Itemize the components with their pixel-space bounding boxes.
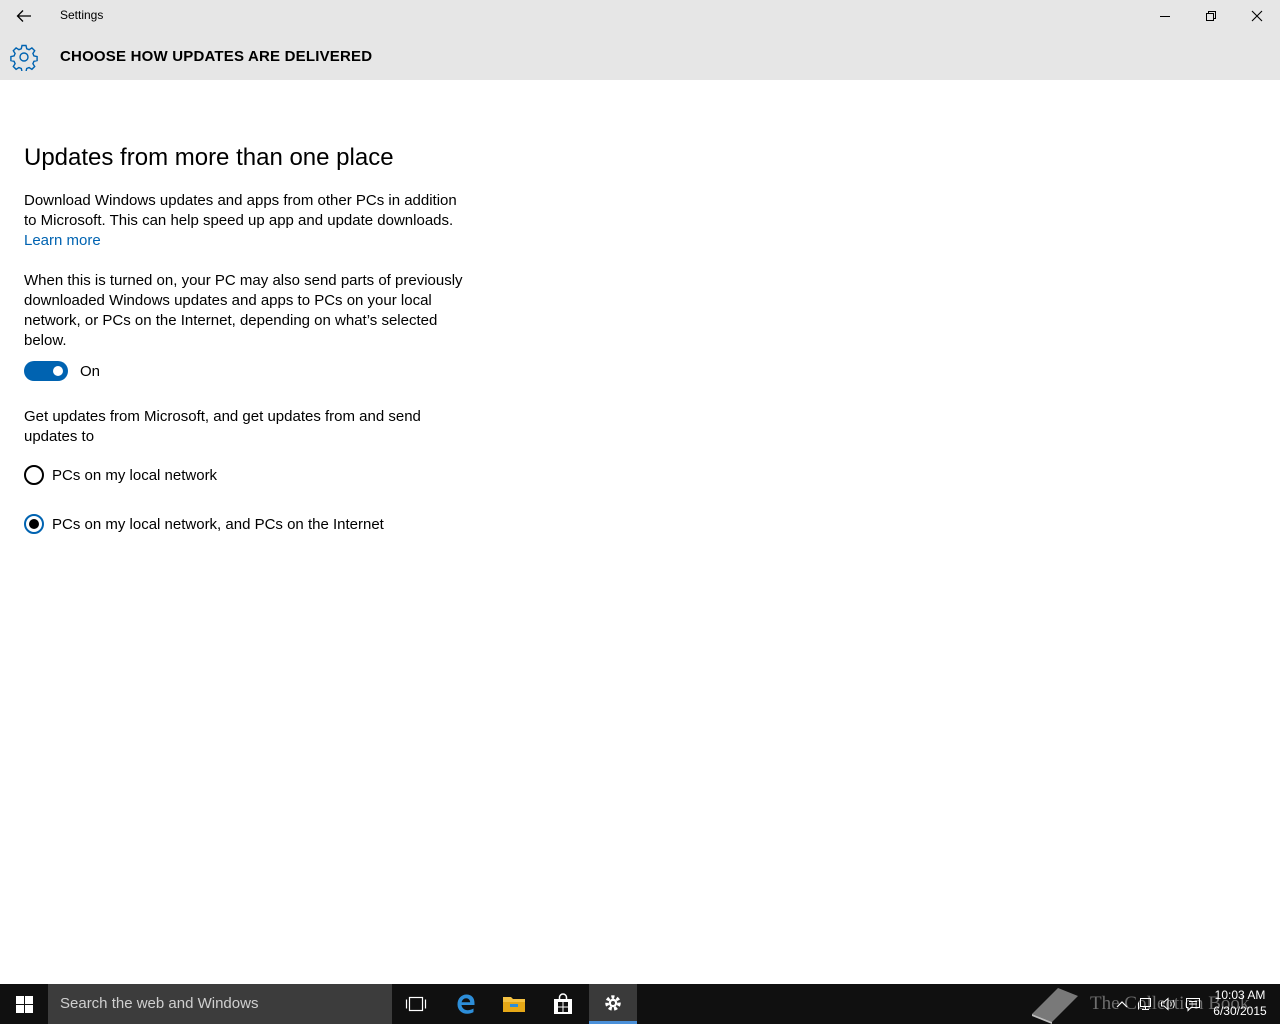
section-title: Updates from more than one place [24,144,394,171]
network-tray-button[interactable] [1133,984,1157,1024]
store-bag-icon [554,993,572,1014]
title-bar: Settings [0,0,1280,32]
learn-more-link[interactable]: Learn more [24,231,101,251]
gear-icon [605,994,621,1011]
chevron-up-icon [1116,1001,1128,1008]
start-button[interactable] [0,984,48,1024]
description-text: Download Windows updates and apps from o… [24,192,457,229]
action-center-button[interactable] [1181,984,1205,1024]
task-view-icon [405,996,427,1012]
toggle-knob [53,366,63,376]
toggle-description: When this is turned on, your PC may also… [24,272,463,349]
radio-button-selected[interactable] [24,514,44,534]
radio-label: PCs on my local network [52,466,218,484]
radio-group-label: Get updates from Microsoft, and get upda… [24,408,421,445]
restore-button[interactable] [1188,0,1234,32]
task-view-button[interactable] [392,984,440,1024]
taskbar-clock[interactable]: 10:03 AM 6/30/2015 [1208,987,1272,1019]
edge-icon [457,994,475,1014]
page-title: CHOOSE HOW UPDATES ARE DELIVERED [60,48,373,65]
app-title: Settings [60,8,104,22]
back-button[interactable] [0,0,48,32]
store-button[interactable] [539,984,587,1024]
windows-logo-icon [15,995,33,1013]
toggle-row: On [24,361,100,381]
action-center-icon [1186,998,1200,1012]
volume-icon [1161,997,1175,1011]
radio-option-local-and-internet[interactable]: PCs on my local network, and PCs on the … [24,514,384,534]
back-arrow-icon [16,10,31,22]
close-button[interactable] [1234,0,1280,32]
search-placeholder: Search the web and Windows [60,995,259,1012]
radio-button-unselected[interactable] [24,465,44,485]
folder-icon [503,997,525,1012]
network-icon [1138,998,1151,1010]
book-logo-icon [1032,988,1078,1024]
edge-button[interactable] [442,984,490,1024]
minimize-button[interactable] [1142,0,1188,32]
page-header: CHOOSE HOW UPDATES ARE DELIVERED [0,32,1280,80]
settings-taskbar-button[interactable] [589,984,637,1024]
show-hidden-icons-button[interactable] [1110,984,1134,1024]
radio-option-local-network[interactable]: PCs on my local network [24,465,217,485]
taskbar: Search the web and Windows The Collectio… [0,984,1280,1024]
toggle-state-label: On [80,362,101,380]
taskbar-search-box[interactable]: Search the web and Windows [48,984,392,1024]
radio-selected-dot [29,519,39,529]
clock-date: 6/30/2015 [1213,1004,1267,1018]
file-explorer-button[interactable] [490,984,538,1024]
restore-icon [1206,11,1216,21]
minimize-icon [1160,16,1170,17]
radio-label: PCs on my local network, and PCs on the … [52,515,384,533]
clock-time: 10:03 AM [1214,988,1266,1002]
close-icon [1251,10,1263,22]
gear-icon [10,44,38,71]
volume-tray-button[interactable] [1157,984,1181,1024]
delivery-optimization-toggle[interactable] [24,361,68,381]
